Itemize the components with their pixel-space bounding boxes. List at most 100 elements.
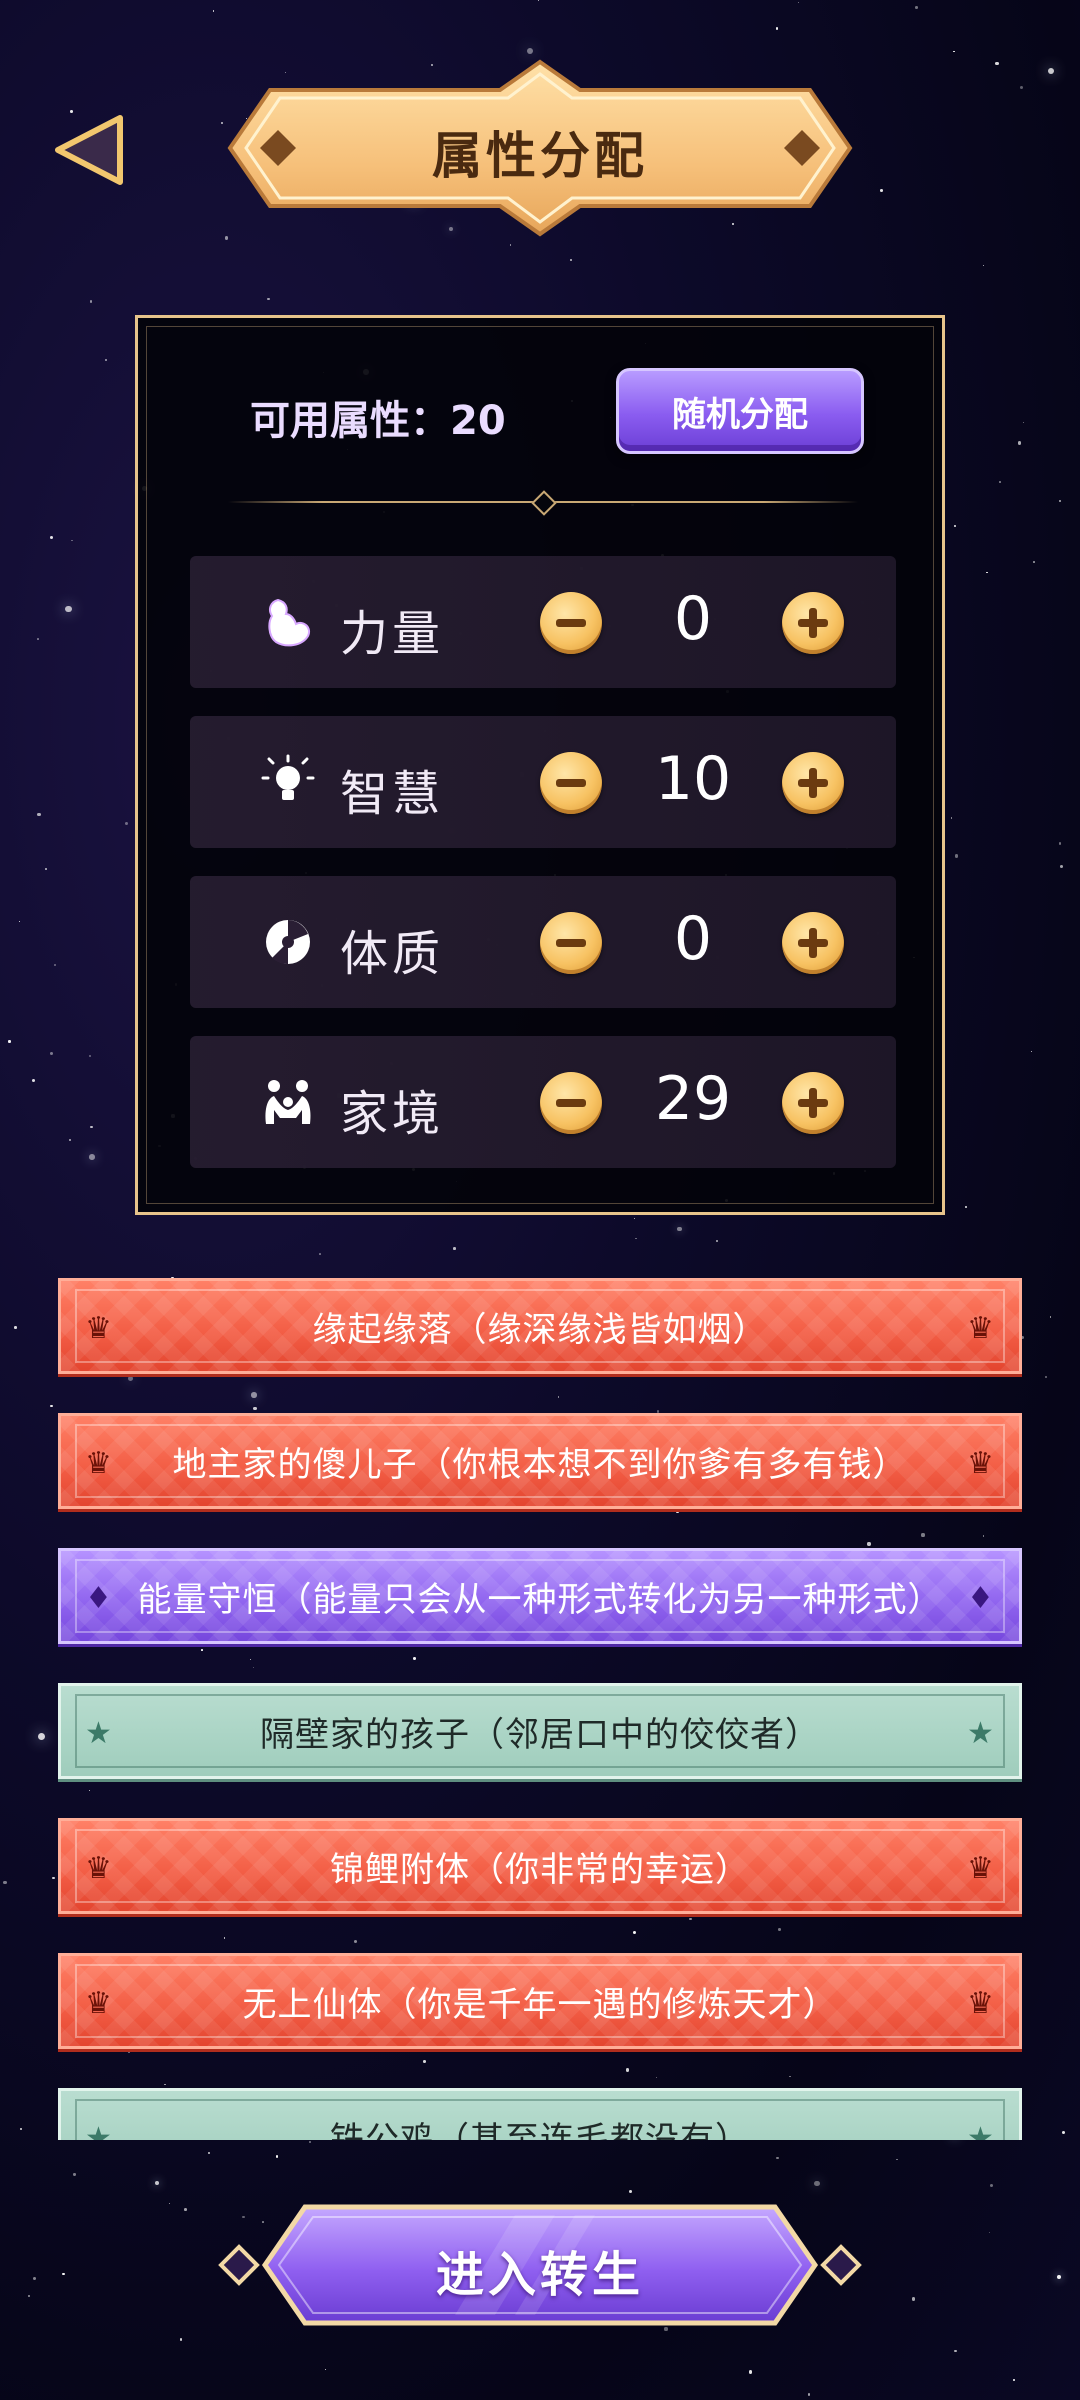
star xyxy=(53,963,56,966)
talent-label: 地主家的傻儿子（你根本想不到你爹有多有钱） xyxy=(172,1444,908,1485)
star xyxy=(715,1240,718,1243)
star xyxy=(62,2272,65,2276)
crown-icon: ♛ xyxy=(85,1311,113,1346)
stat-name: 家境 xyxy=(340,1086,445,1142)
page-title: 属性分配 xyxy=(432,127,648,185)
stat-row-strength: 力量 0 xyxy=(190,556,896,688)
back-button[interactable] xyxy=(50,110,130,190)
talent-label: 锦鲤附体（你非常的幸运） xyxy=(330,1849,750,1890)
star xyxy=(986,571,988,574)
title-plate: 属性分配 xyxy=(220,58,860,238)
enter-button-label: 进入转生 xyxy=(435,2247,644,2303)
family-decrease-button[interactable] xyxy=(540,1072,602,1134)
crown-icon: ♛ xyxy=(967,1986,995,2021)
stat-name: 体质 xyxy=(340,926,445,982)
star xyxy=(982,264,984,267)
wisdom-decrease-button[interactable] xyxy=(540,752,602,814)
lightbulb-icon xyxy=(261,754,315,800)
star xyxy=(990,2183,994,2187)
talent-list[interactable]: ♛ 缘起缘落（缘深缘浅皆如烟） ♛ ♛ 地主家的傻儿子（你根本想不到你爹有多有钱… xyxy=(0,1270,1080,2140)
star xyxy=(65,605,72,613)
star xyxy=(964,1206,967,1209)
family-increase-button[interactable] xyxy=(782,1072,844,1134)
star xyxy=(267,298,270,301)
stat-name: 力量 xyxy=(340,606,445,662)
random-allocate-button[interactable]: 随机分配 xyxy=(616,368,864,454)
star xyxy=(324,2368,326,2371)
stat-name: 智慧 xyxy=(340,766,445,822)
star xyxy=(988,2231,991,2234)
talent-card[interactable]: ♛ 地主家的傻儿子（你根本想不到你爹有多有钱） ♛ xyxy=(58,1413,1022,1509)
star xyxy=(1017,441,1022,445)
crown-icon: ♛ xyxy=(967,1446,995,1481)
star xyxy=(169,2202,171,2204)
strength-decrease-button[interactable] xyxy=(540,592,602,654)
strength-increase-button[interactable] xyxy=(782,592,844,654)
star xyxy=(912,2297,916,2301)
crown-icon: ♛ xyxy=(967,1851,995,1886)
constitution-increase-button[interactable] xyxy=(782,912,844,974)
star xyxy=(629,2190,633,2194)
constitution-icon xyxy=(266,920,310,965)
talent-card[interactable]: ♛ 无上仙体（你是千年一遇的修炼天才） ♛ xyxy=(58,1953,1022,2049)
star xyxy=(1019,85,1023,90)
talent-card[interactable]: ♛ 锦鲤附体（你非常的幸运） ♛ xyxy=(58,1818,1022,1914)
talent-card[interactable]: ♦ 能量守恒（能量只会从一种形式转化为另一种形式） ♦ xyxy=(58,1548,1022,1644)
star xyxy=(124,822,129,826)
divider-gem-icon xyxy=(531,490,557,516)
star xyxy=(89,1154,96,1160)
star xyxy=(775,27,779,30)
star xyxy=(995,61,999,66)
talent-label: 隔壁家的孩子（邻居口中的佼佼者） xyxy=(260,1714,820,1755)
star xyxy=(27,2295,30,2298)
enter-reincarnation-button[interactable]: 进入转生 xyxy=(215,2195,865,2335)
star xyxy=(18,921,20,923)
star xyxy=(8,1040,11,1043)
stat-value: 0 xyxy=(673,584,713,654)
talent-label: 无上仙体（你是千年一遇的修炼天才） xyxy=(242,1984,838,2025)
star xyxy=(208,2152,211,2155)
wisdom-increase-button[interactable] xyxy=(782,752,844,814)
star xyxy=(179,2338,182,2341)
talent-label: 铁公鸡（甚至连毛都没有） xyxy=(330,2119,750,2141)
star xyxy=(953,524,957,528)
star xyxy=(90,1125,93,1128)
star xyxy=(212,10,215,12)
star xyxy=(537,0,539,2)
stat-value: 29 xyxy=(654,1064,732,1134)
talent-card[interactable]: ♛ 缘起缘落（缘深缘浅皆如烟） ♛ xyxy=(58,1278,1022,1374)
talent-label: 缘起缘落（缘深缘浅皆如烟） xyxy=(312,1309,768,1350)
star xyxy=(954,2349,957,2353)
star xyxy=(36,637,39,640)
star xyxy=(89,300,93,303)
star xyxy=(73,2173,76,2176)
star xyxy=(914,6,918,10)
star xyxy=(45,867,47,870)
star xyxy=(89,1054,92,1057)
star xyxy=(1059,499,1062,502)
star-icon: ★ xyxy=(85,1716,113,1751)
crown-icon: ♛ xyxy=(85,1446,113,1481)
stat-value: 10 xyxy=(654,744,732,814)
star xyxy=(509,244,512,247)
talent-card[interactable]: ★ 铁公鸡（甚至连毛都没有） ★ xyxy=(58,2088,1022,2140)
constitution-decrease-button[interactable] xyxy=(540,912,602,974)
star xyxy=(896,2158,898,2161)
crown-icon: ♛ xyxy=(85,1986,113,2021)
star xyxy=(1056,2274,1062,2280)
star xyxy=(1058,842,1062,845)
star xyxy=(677,1226,682,1232)
star xyxy=(570,259,572,261)
star xyxy=(1012,2379,1015,2381)
star xyxy=(998,481,1001,484)
available-points-label: 可用属性：20 xyxy=(250,398,506,444)
talent-card[interactable]: ★ 隔壁家的孩子（邻居口中的佼佼者） ★ xyxy=(58,1683,1022,1779)
star xyxy=(37,812,41,817)
star xyxy=(71,539,73,542)
star xyxy=(183,2208,187,2211)
crown-icon: ♛ xyxy=(967,1311,995,1346)
muscle-icon xyxy=(268,598,310,647)
star xyxy=(635,1237,637,1240)
back-arrow-icon xyxy=(55,115,123,185)
star xyxy=(32,2277,37,2281)
